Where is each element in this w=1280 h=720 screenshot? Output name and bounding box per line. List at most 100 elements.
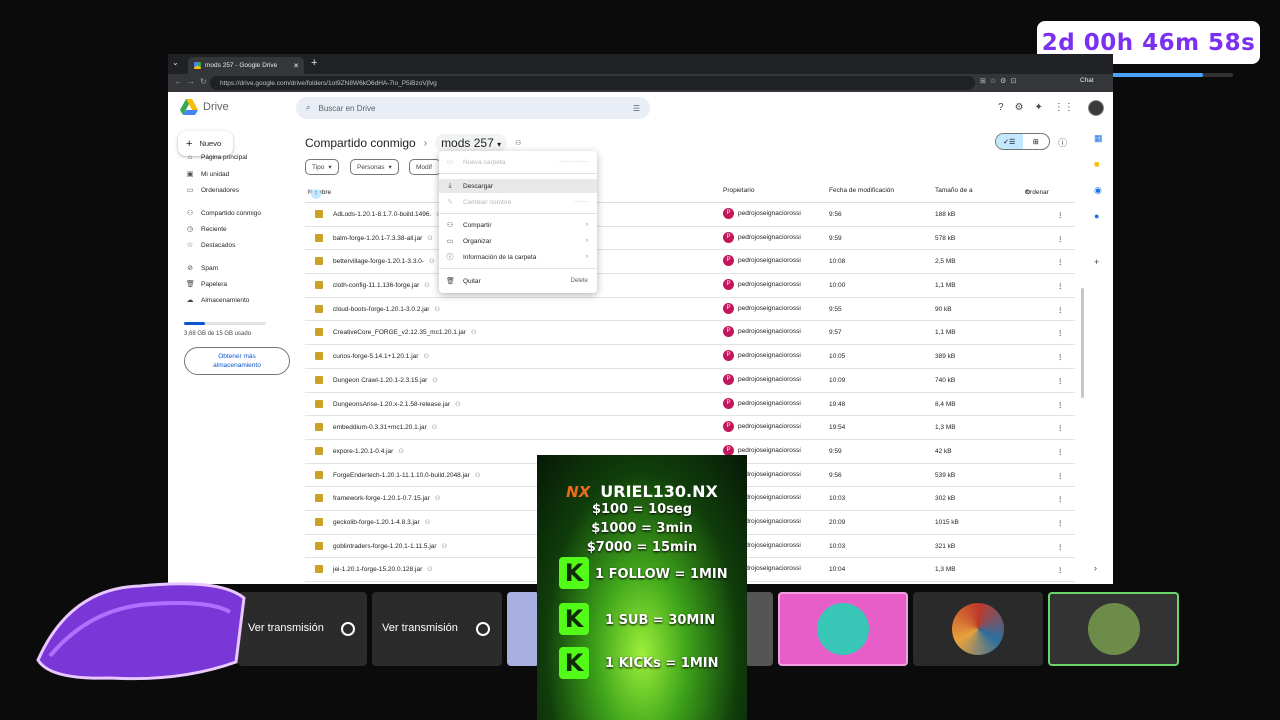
filter-type[interactable]: Tipo ▾ xyxy=(305,159,339,175)
stream-thumbnail-3[interactable] xyxy=(507,592,539,666)
more-actions-icon[interactable]: ⋮ xyxy=(1057,495,1064,503)
close-tab-icon[interactable]: ✕ xyxy=(293,62,299,70)
more-actions-icon[interactable]: ⋮ xyxy=(1057,353,1064,361)
help-icon[interactable]: ? xyxy=(998,102,1004,113)
stream-thumbnail-5[interactable] xyxy=(778,592,908,666)
more-actions-icon[interactable]: ⋮ xyxy=(1057,329,1064,337)
file-row[interactable]: Dungeon Crawl-1.20.1-2.3.15.jar ⚇ Ppedrojo… xyxy=(305,369,1075,393)
new-tab-icon[interactable]: + xyxy=(311,57,317,69)
collapse-panel-icon[interactable]: › xyxy=(1094,563,1097,573)
chat-button[interactable]: Chat xyxy=(1080,77,1094,84)
filter-people[interactable]: Personas ▾ xyxy=(350,159,399,175)
file-row[interactable]: embeddium-0.3.31+mc1.20.1.jar ⚇ Ppedrojose… xyxy=(305,416,1075,440)
new-button[interactable]: + Nuevo xyxy=(178,131,233,156)
sidebar-item-0[interactable]: ⌂ Página principal xyxy=(186,154,247,161)
sidebar-item-7[interactable]: 🗑 Papelera xyxy=(186,280,227,289)
owner-name: pedrojoseignaciorossi xyxy=(738,565,801,573)
sidebar-item-4[interactable]: ◷ Reciente xyxy=(186,225,227,234)
get-more-storage-button[interactable]: Obtener más almacenamiento xyxy=(184,347,290,375)
file-row[interactable]: cloth-config-11.1.136-forge.jar ⚇ Ppedrojo… xyxy=(305,274,1075,298)
stream-thumbnail-1[interactable]: Ver transmisión xyxy=(238,592,367,666)
more-actions-icon[interactable]: ⋮ xyxy=(1057,306,1064,314)
menu-item-remove[interactable]: 🗑 Quitar Delete xyxy=(439,274,597,288)
search-input[interactable]: ⌕ Buscar en Drive ☰ xyxy=(296,97,650,119)
owner-name: pedrojoseignaciorossi xyxy=(738,541,801,549)
sidebar-item-2[interactable]: ▭ Ordenadores xyxy=(186,186,239,195)
storage-usage-text: 3,68 GB de 15 GB usado xyxy=(184,331,252,337)
file-name-text: CreativeCore_FORGE_v2.12.35_mc1.20.1.jar xyxy=(333,329,466,337)
keep-icon[interactable]: ■ xyxy=(1094,159,1099,169)
grid-view-icon[interactable]: ⊞ xyxy=(1023,134,1050,149)
file-name-text: ForgeEndertech-1.20.1-11.1.10.0-build.20… xyxy=(333,471,470,479)
menu-item-new-folder[interactable]: ▭ Nueva carpeta — — — — xyxy=(439,155,597,169)
zoom-icon[interactable] xyxy=(341,622,355,636)
trash-icon: 🗑 xyxy=(186,281,195,288)
more-actions-icon[interactable]: ⋮ xyxy=(1057,235,1064,243)
sort-arrow-icon[interactable]: ↑ xyxy=(311,189,321,199)
breadcrumb-current[interactable]: mods 257 ▾ xyxy=(435,134,508,152)
file-row[interactable]: curios-forge-5.14.1+1.20.1.jar ⚇ Ppedrojos… xyxy=(305,345,1075,369)
more-actions-icon[interactable]: ⋮ xyxy=(1057,566,1064,574)
more-actions-icon[interactable]: ⋮ xyxy=(1057,377,1064,385)
file-row[interactable]: AdLods-1.20.1-8.1.7.0-build.1496.⚇Ppedro… xyxy=(305,203,1075,227)
contacts-icon[interactable]: ● xyxy=(1094,211,1099,221)
file-modified: 9:56 xyxy=(829,211,842,218)
menu-item-download[interactable]: ⤓ Descargar xyxy=(439,179,597,193)
add-addon-icon[interactable]: + xyxy=(1094,257,1099,267)
sidebar-item-6[interactable]: ⊘ Spam xyxy=(186,264,218,273)
tab-search-icon[interactable]: ⌄ xyxy=(172,58,179,67)
file-row[interactable]: cloud-boots-forge-1.20.1-3.0.2.jar ⚇ Ppedr… xyxy=(305,298,1075,322)
calendar-icon[interactable]: ▦ xyxy=(1094,133,1103,144)
search-options-icon[interactable]: ☰ xyxy=(633,104,640,113)
more-actions-icon[interactable]: ⋮ xyxy=(1057,519,1064,527)
column-owner[interactable]: Propietario xyxy=(723,187,754,194)
sidebar-item-8[interactable]: ☁ Almacenamiento xyxy=(186,296,250,305)
menu-item-folder-info[interactable]: ⓘ Información de la carpeta › xyxy=(439,250,597,264)
file-name: DungeonsArise-1.20.x-2.1.58-release.jar ⚇ xyxy=(333,401,460,408)
column-modified[interactable]: Fecha de modificación xyxy=(829,187,894,194)
apps-grid-icon[interactable]: ⋮⋮ xyxy=(1054,102,1074,113)
more-actions-icon[interactable]: ⋮ xyxy=(1057,448,1064,456)
settings-icon[interactable]: ⚙ xyxy=(1015,102,1024,113)
stream-thumbnail-4[interactable] xyxy=(745,592,773,666)
list-view-icon[interactable]: ✓☰ xyxy=(996,134,1023,149)
shared-people-icon[interactable]: ⚇ xyxy=(515,139,521,147)
kicks-rate: 1 KICKs = 1MIN xyxy=(605,656,719,671)
drive-logo[interactable]: Drive xyxy=(180,99,229,115)
sidebar-item-3[interactable]: ⚇ Compartido conmigo xyxy=(186,209,261,218)
extension-icons[interactable]: ⊞☆⚙⊡ xyxy=(980,77,1020,85)
file-row[interactable]: CreativeCore_FORGE_v2.12.35_mc1.20.1.jar… xyxy=(305,321,1075,346)
menu-item-rename[interactable]: ✎ Cambiar nombre — — xyxy=(439,195,597,209)
more-actions-icon[interactable]: ⋮ xyxy=(1057,472,1064,480)
file-row[interactable]: balm-forge-1.20.1-7.3.38-all.jar ⚇ Ppedroj… xyxy=(305,227,1075,251)
sidebar-item-5[interactable]: ☆ Destacados xyxy=(186,241,235,250)
zoom-icon[interactable] xyxy=(476,622,490,636)
scrollbar[interactable] xyxy=(1081,288,1084,398)
more-actions-icon[interactable]: ⋮ xyxy=(1057,258,1064,266)
file-owner: Ppedrojoseignaciorossi xyxy=(723,208,801,219)
breadcrumb-parent[interactable]: Compartido conmigo xyxy=(305,136,416,150)
more-actions-icon[interactable]: ⋮ xyxy=(1057,543,1064,551)
file-row[interactable]: bettervillage-forge-1.20.1-3.3.0- ⚇ Ppedro… xyxy=(305,250,1075,275)
more-actions-icon[interactable]: ⋮ xyxy=(1057,401,1064,409)
nav-buttons[interactable]: ←→↻ xyxy=(174,77,212,86)
sidebar-item-1[interactable]: ▣ Mi unidad xyxy=(186,170,230,179)
filter-modified[interactable]: Modif xyxy=(409,159,441,175)
info-icon[interactable]: ⓘ xyxy=(1058,136,1067,149)
url-field[interactable]: https://drive.google.com/drive/folders/1… xyxy=(210,76,975,90)
stream-thumbnail-6[interactable] xyxy=(913,592,1043,666)
file-row[interactable]: DungeonsArise-1.20.x-2.1.58-release.jar ⚇… xyxy=(305,393,1075,417)
column-size[interactable]: Tamaño de a xyxy=(935,187,973,194)
account-avatar[interactable] xyxy=(1088,100,1104,116)
tasks-icon[interactable]: ◉ xyxy=(1094,185,1102,196)
view-toggle[interactable]: ✓☰ ⊞ xyxy=(995,133,1050,150)
stream-thumbnail-2[interactable]: Ver transmisión xyxy=(372,592,502,666)
more-actions-icon[interactable]: ⋮ xyxy=(1057,211,1064,219)
more-actions-icon[interactable]: ⋮ xyxy=(1057,282,1064,290)
more-actions-icon[interactable]: ⋮ xyxy=(1057,424,1064,432)
gemini-icon[interactable]: ✦ xyxy=(1035,102,1043,113)
menu-item-organize[interactable]: ▭ Organizar › xyxy=(439,234,597,248)
browser-tab[interactable]: mods 257 - Google Drive ✕ xyxy=(188,57,304,74)
menu-item-share[interactable]: ⚇ Compartir › xyxy=(439,218,597,232)
stream-thumbnail-7[interactable] xyxy=(1048,592,1179,666)
